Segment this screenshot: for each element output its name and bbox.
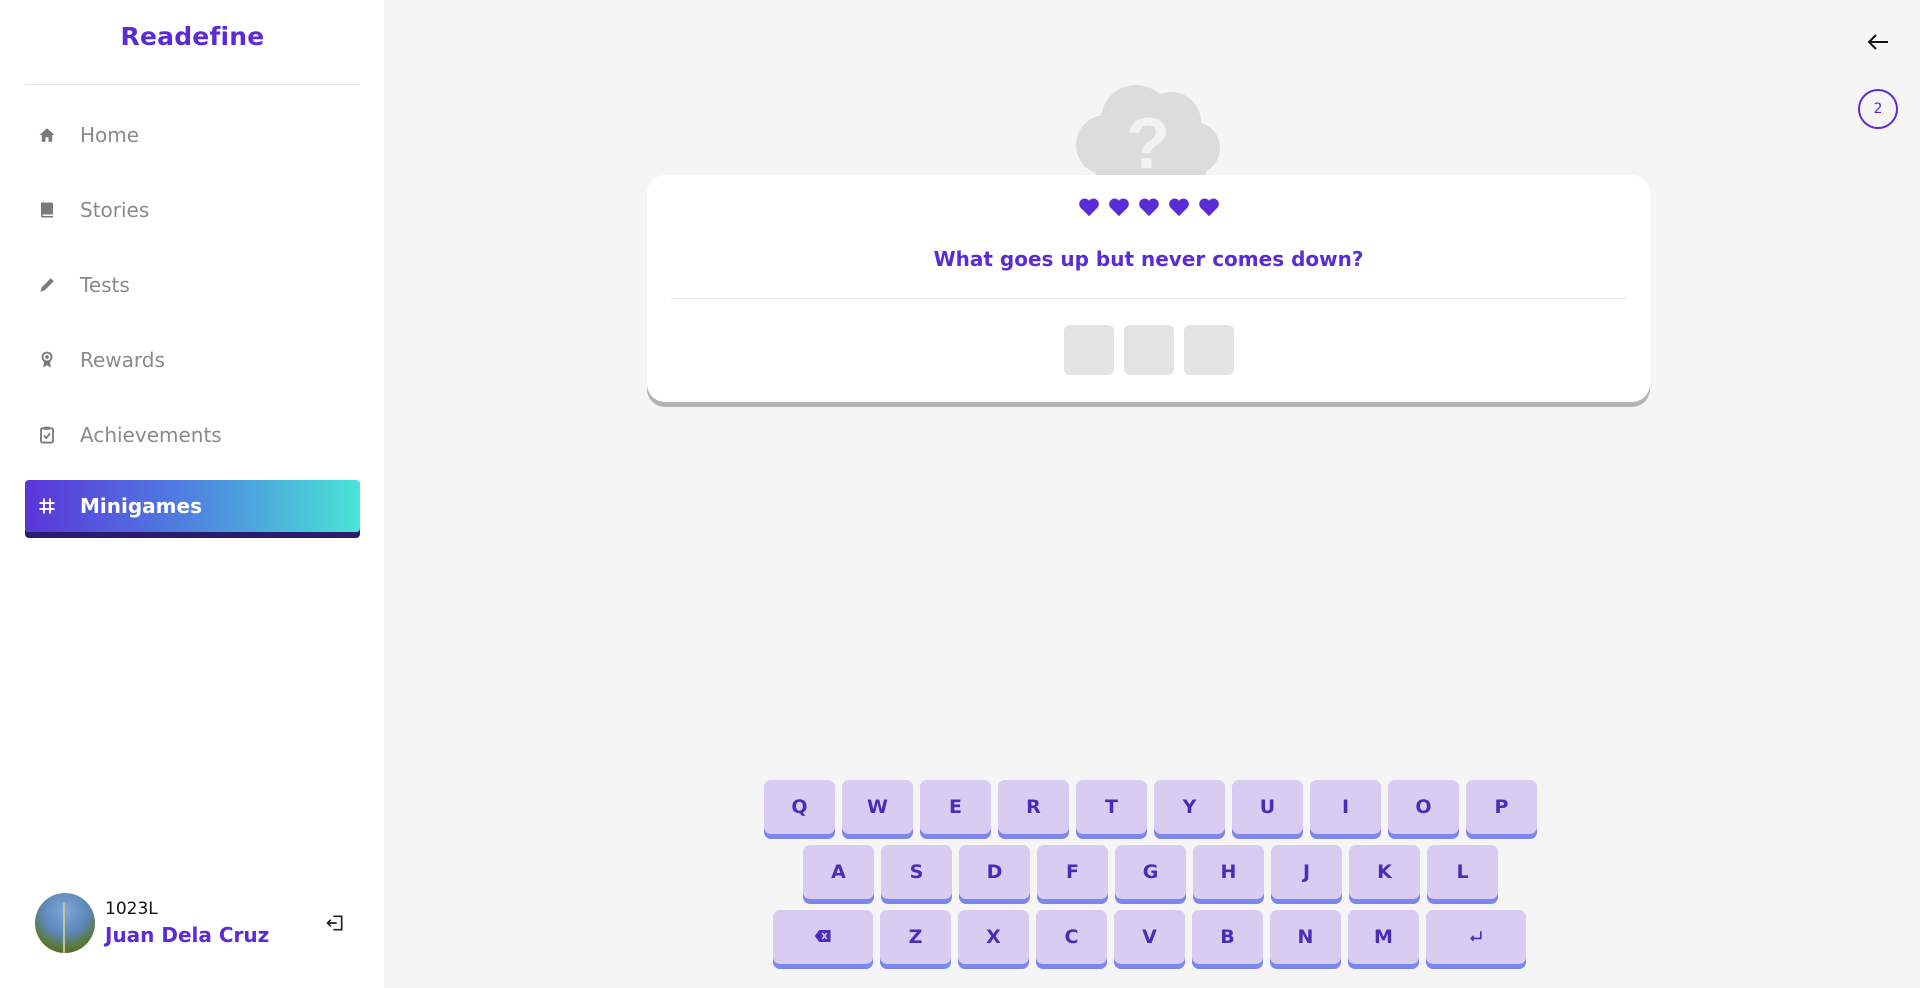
key-p[interactable]: P bbox=[1466, 780, 1537, 834]
key-m[interactable]: M bbox=[1348, 910, 1419, 964]
sidebar-item-rewards[interactable]: Rewards bbox=[25, 330, 360, 390]
back-arrow-icon[interactable] bbox=[1864, 28, 1892, 56]
keyboard-row: QWERTYUIOP bbox=[764, 780, 1537, 834]
key-o[interactable]: O bbox=[1388, 780, 1459, 834]
key-n[interactable]: N bbox=[1270, 910, 1341, 964]
key-w[interactable]: W bbox=[842, 780, 913, 834]
riddle-card: What goes up but never comes down? bbox=[647, 175, 1650, 402]
clipboard-check-icon bbox=[35, 423, 59, 447]
heart-icon bbox=[1078, 197, 1100, 217]
answer-slot bbox=[1063, 325, 1114, 375]
lives-indicator bbox=[647, 197, 1650, 217]
key-r[interactable]: R bbox=[998, 780, 1069, 834]
key-k[interactable]: K bbox=[1349, 845, 1420, 899]
backspace-key[interactable] bbox=[773, 910, 873, 964]
key-u[interactable]: U bbox=[1232, 780, 1303, 834]
key-j[interactable]: J bbox=[1271, 845, 1342, 899]
key-x[interactable]: X bbox=[958, 910, 1029, 964]
key-h[interactable]: H bbox=[1193, 845, 1264, 899]
key-c[interactable]: C bbox=[1036, 910, 1107, 964]
sidebar-nav: Home Stories Tests Rewards Achievements bbox=[25, 105, 360, 547]
pencil-icon bbox=[35, 273, 59, 297]
key-d[interactable]: D bbox=[959, 845, 1030, 899]
divider bbox=[671, 298, 1626, 299]
key-l[interactable]: L bbox=[1427, 845, 1498, 899]
answer-slot bbox=[1123, 325, 1174, 375]
grid-icon bbox=[35, 494, 59, 518]
enter-key[interactable] bbox=[1426, 910, 1526, 964]
sidebar: Readefine Home Stories Tests Rewards Ach… bbox=[0, 0, 384, 988]
key-i[interactable]: I bbox=[1310, 780, 1381, 834]
svg-text:?: ? bbox=[1126, 104, 1170, 180]
sidebar-item-home[interactable]: Home bbox=[25, 105, 360, 165]
key-e[interactable]: E bbox=[920, 780, 991, 834]
sidebar-item-label: Minigames bbox=[80, 494, 202, 518]
key-y[interactable]: Y bbox=[1154, 780, 1225, 834]
user-name: Juan Dela Cruz bbox=[105, 923, 270, 947]
key-t[interactable]: T bbox=[1076, 780, 1147, 834]
key-z[interactable]: Z bbox=[880, 910, 951, 964]
book-icon bbox=[35, 198, 59, 222]
award-icon bbox=[35, 348, 59, 372]
answer-slots bbox=[647, 325, 1650, 375]
key-g[interactable]: G bbox=[1115, 845, 1186, 899]
level-badge: 2 bbox=[1858, 89, 1898, 129]
question-cloud-icon: ? bbox=[1066, 80, 1230, 184]
avatar[interactable] bbox=[35, 893, 95, 953]
sidebar-item-label: Rewards bbox=[80, 348, 165, 372]
brand-logo: Readefine bbox=[120, 22, 265, 51]
heart-icon bbox=[1168, 197, 1190, 217]
home-icon bbox=[35, 123, 59, 147]
sidebar-item-stories[interactable]: Stories bbox=[25, 180, 360, 240]
heart-icon bbox=[1198, 197, 1220, 217]
heart-icon bbox=[1108, 197, 1130, 217]
key-q[interactable]: Q bbox=[764, 780, 835, 834]
sidebar-item-label: Tests bbox=[80, 273, 130, 297]
answer-slot bbox=[1183, 325, 1234, 375]
enter-icon bbox=[1468, 926, 1484, 948]
key-f[interactable]: F bbox=[1037, 845, 1108, 899]
user-id: 1023L bbox=[105, 899, 158, 919]
key-v[interactable]: V bbox=[1114, 910, 1185, 964]
keyboard-row: ZXCVBNM bbox=[773, 910, 1526, 964]
key-b[interactable]: B bbox=[1192, 910, 1263, 964]
logout-icon[interactable] bbox=[325, 913, 345, 933]
heart-icon bbox=[1138, 197, 1160, 217]
sidebar-item-minigames[interactable]: Minigames bbox=[25, 480, 360, 532]
divider bbox=[25, 84, 360, 85]
backspace-icon bbox=[814, 926, 832, 948]
sidebar-item-label: Stories bbox=[80, 198, 150, 222]
key-a[interactable]: A bbox=[803, 845, 874, 899]
user-profile: 1023L Juan Dela Cruz bbox=[35, 893, 355, 955]
riddle-question: What goes up but never comes down? bbox=[933, 247, 1364, 271]
sidebar-item-tests[interactable]: Tests bbox=[25, 255, 360, 315]
sidebar-item-achievements[interactable]: Achievements bbox=[25, 405, 360, 465]
key-s[interactable]: S bbox=[881, 845, 952, 899]
sidebar-item-label: Achievements bbox=[80, 423, 222, 447]
keyboard-row: ASDFGHJKL bbox=[803, 845, 1498, 899]
sidebar-item-label: Home bbox=[80, 123, 140, 147]
